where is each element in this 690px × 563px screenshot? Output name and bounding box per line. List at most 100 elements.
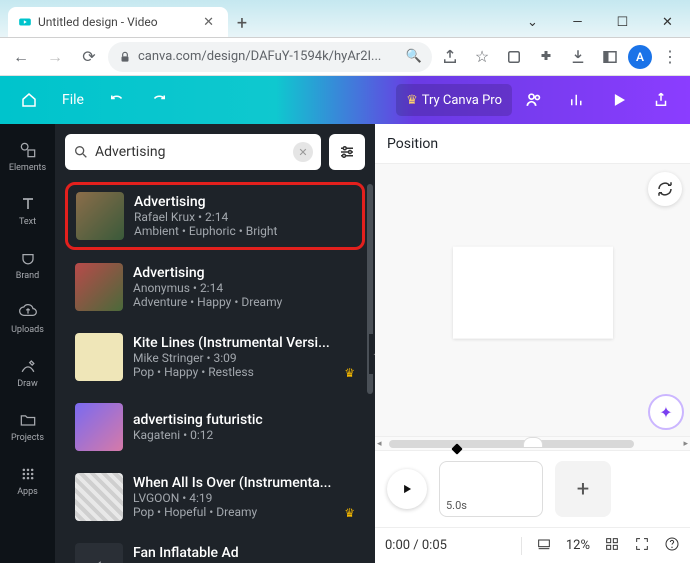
upload-icon [18, 302, 38, 322]
home-button[interactable] [8, 76, 50, 124]
rail-label: Apps [17, 487, 38, 497]
help-button[interactable] [664, 536, 680, 556]
track-thumbnail [75, 403, 123, 451]
reload-button[interactable]: ⟳ [74, 42, 104, 72]
shapes-icon [18, 140, 38, 160]
browser-tab[interactable]: Untitled design - Video ✕ [8, 7, 228, 37]
track-artist-time: Rafael Krux • 2:14 [134, 210, 354, 224]
present-button[interactable] [598, 76, 640, 124]
add-clip-button[interactable]: + [555, 461, 611, 517]
bookmark-star-icon[interactable]: ☆ [468, 43, 496, 71]
audio-icon [89, 557, 109, 563]
share-button[interactable] [640, 76, 682, 124]
undo-button[interactable] [96, 76, 138, 124]
track-item[interactable]: advertising futuristic Kagateni • 0:12 [65, 394, 365, 460]
analytics-button[interactable] [556, 76, 598, 124]
track-item[interactable]: Kite Lines (Instrumental Versi... Mike S… [65, 324, 365, 390]
track-artist-time: Mike Stringer • 3:09 [133, 351, 355, 365]
share-icon[interactable] [436, 43, 464, 71]
brand-icon [18, 248, 38, 268]
track-tags: Pop • Hopeful • Dreamy [133, 505, 355, 519]
track-thumbnail [75, 473, 123, 521]
new-tab-button[interactable]: + [228, 9, 256, 37]
premium-crown-icon: ♛ [344, 366, 355, 380]
track-thumbnail [75, 263, 123, 311]
magic-button[interactable]: ✦ [648, 394, 684, 430]
sidepanel-icon[interactable] [596, 43, 624, 71]
premium-crown-icon: ♛ [344, 506, 355, 520]
search-input[interactable] [95, 144, 287, 160]
extension1-icon[interactable] [500, 43, 528, 71]
fullscreen-button[interactable] [634, 536, 650, 556]
clip-duration: 5.0s [446, 499, 467, 512]
rail-item-text[interactable]: Text [3, 184, 53, 236]
grid-view-button[interactable] [604, 536, 620, 556]
track-thumbnail [75, 543, 123, 563]
pages-view-button[interactable] [536, 536, 552, 556]
track-title: Advertising [133, 265, 355, 281]
rail-item-brand[interactable]: Brand [3, 238, 53, 290]
close-window-button[interactable]: ✕ [645, 7, 690, 37]
minimize-button[interactable]: — [555, 7, 600, 37]
file-menu[interactable]: File [50, 76, 96, 124]
back-button[interactable]: ← [6, 42, 36, 72]
browser-menu-icon[interactable]: ⋮ [656, 43, 684, 71]
artboard[interactable] [453, 247, 613, 339]
tab-title: Untitled design - Video [38, 15, 158, 29]
canva-favicon-icon [18, 15, 32, 29]
canvas-toolbar: Position [375, 124, 690, 164]
lock-icon [118, 50, 132, 64]
track-artist-time: Anonymus • 2:14 [133, 281, 355, 295]
extensions-puzzle-icon[interactable] [532, 43, 560, 71]
zoom-level[interactable]: 12% [566, 538, 590, 553]
profile-avatar[interactable]: A [628, 45, 652, 69]
playhead-handle[interactable] [523, 437, 543, 447]
regenerate-button[interactable] [648, 172, 682, 206]
zoom-text-icon[interactable]: 🔍 [406, 49, 422, 64]
timeline-row: 5.0s + [375, 450, 690, 527]
rail-item-draw[interactable]: Draw [3, 346, 53, 398]
maximize-button[interactable]: ☐ [600, 7, 645, 37]
main-area: ▴ Elements Text Brand Uploads Draw Proje… [0, 124, 690, 563]
timeline-play-button[interactable] [387, 469, 427, 509]
caret-down-icon[interactable]: ⌄ [510, 7, 555, 37]
track-title: Fan Inflatable Ad [133, 545, 355, 561]
track-item[interactable]: Advertising Anonymus • 2:14 Adventure • … [65, 254, 365, 320]
position-button[interactable]: Position [387, 136, 438, 152]
text-icon [18, 194, 38, 214]
track-title: advertising futuristic [133, 412, 355, 428]
left-rail: ▴ Elements Text Brand Uploads Draw Proje… [0, 124, 55, 563]
window-titlebar: Untitled design - Video ✕ + ⌄ — ☐ ✕ [0, 0, 690, 38]
rail-item-projects[interactable]: Projects [3, 400, 53, 452]
folder-icon [18, 410, 38, 430]
time-display: 0:00 / 0:05 [385, 538, 447, 553]
address-bar[interactable]: canva.com/design/DAFuY-1594k/hyAr2I... 🔍 [108, 42, 432, 72]
search-box[interactable]: ✕ [65, 134, 321, 170]
filter-button[interactable] [329, 134, 365, 170]
forward-button[interactable]: → [40, 42, 70, 72]
redo-button[interactable] [138, 76, 180, 124]
rail-item-elements[interactable]: Elements [3, 130, 53, 182]
track-item[interactable]: Advertising Rafael Krux • 2:14 Ambient •… [65, 182, 365, 250]
clear-search-button[interactable]: ✕ [293, 142, 313, 162]
track-item[interactable]: Fan Inflatable Ad 1:36 Household [65, 534, 365, 563]
track-item[interactable]: When All Is Over (Instrumenta... LVGOON … [65, 464, 365, 530]
close-tab-icon[interactable]: ✕ [199, 15, 218, 30]
url-text: canva.com/design/DAFuY-1594k/hyAr2I... [138, 49, 381, 64]
timeline-clip[interactable]: 5.0s [439, 461, 543, 517]
rail-item-apps[interactable]: Apps [3, 454, 53, 506]
sliders-icon [338, 143, 356, 161]
rail-label: Text [19, 217, 36, 227]
stage[interactable]: ✦ [375, 164, 690, 436]
rail-label: Elements [9, 163, 46, 173]
try-pro-button[interactable]: ♛Try Canva Pro [396, 84, 512, 116]
downloads-icon[interactable] [564, 43, 592, 71]
collaborators-button[interactable] [512, 76, 556, 124]
track-artist-time: Kagateni • 0:12 [133, 428, 355, 442]
bottom-bar: 0:00 / 0:05 12% [375, 527, 690, 563]
audio-panel: ✕ Advertising Rafael Krux • 2:14 Ambient… [55, 124, 375, 563]
rail-label: Uploads [11, 325, 44, 335]
track-thumbnail [75, 333, 123, 381]
search-icon [73, 144, 89, 160]
rail-item-uploads[interactable]: Uploads [3, 292, 53, 344]
